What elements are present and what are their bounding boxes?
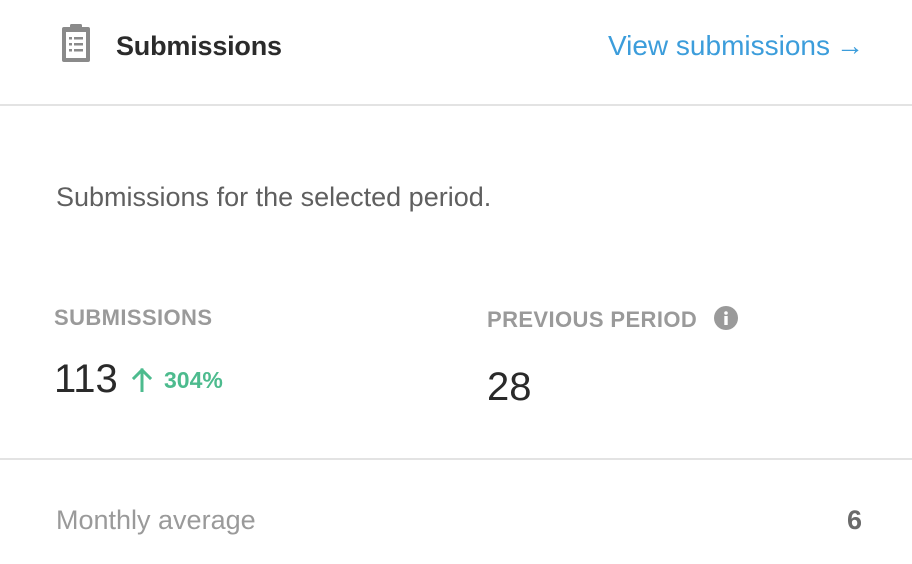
monthly-average-label: Monthly average [56,505,256,535]
submissions-label: SUBMISSIONS [54,305,213,330]
change-indicator: 304% [132,366,223,394]
change-percent: 304% [164,367,223,393]
view-submissions-link[interactable]: View submissions → [608,29,864,63]
card-title: Submissions [116,31,282,61]
previous-period-label: PREVIOUS PERIOD [487,307,698,332]
period-description: Submissions for the selected period. [56,182,492,212]
monthly-average-value: 6 [846,505,862,535]
info-icon[interactable] [714,306,738,330]
clipboard-icon [62,24,90,62]
previous-period-value: 28 [487,365,532,409]
card-header: Submissions View submissions → [0,0,912,106]
submissions-value: 113 [54,357,118,401]
view-submissions-label: View submissions [607,30,830,61]
arrow-right-icon: → [836,30,864,61]
arrow-up-icon [132,368,152,392]
section-divider [0,458,912,460]
